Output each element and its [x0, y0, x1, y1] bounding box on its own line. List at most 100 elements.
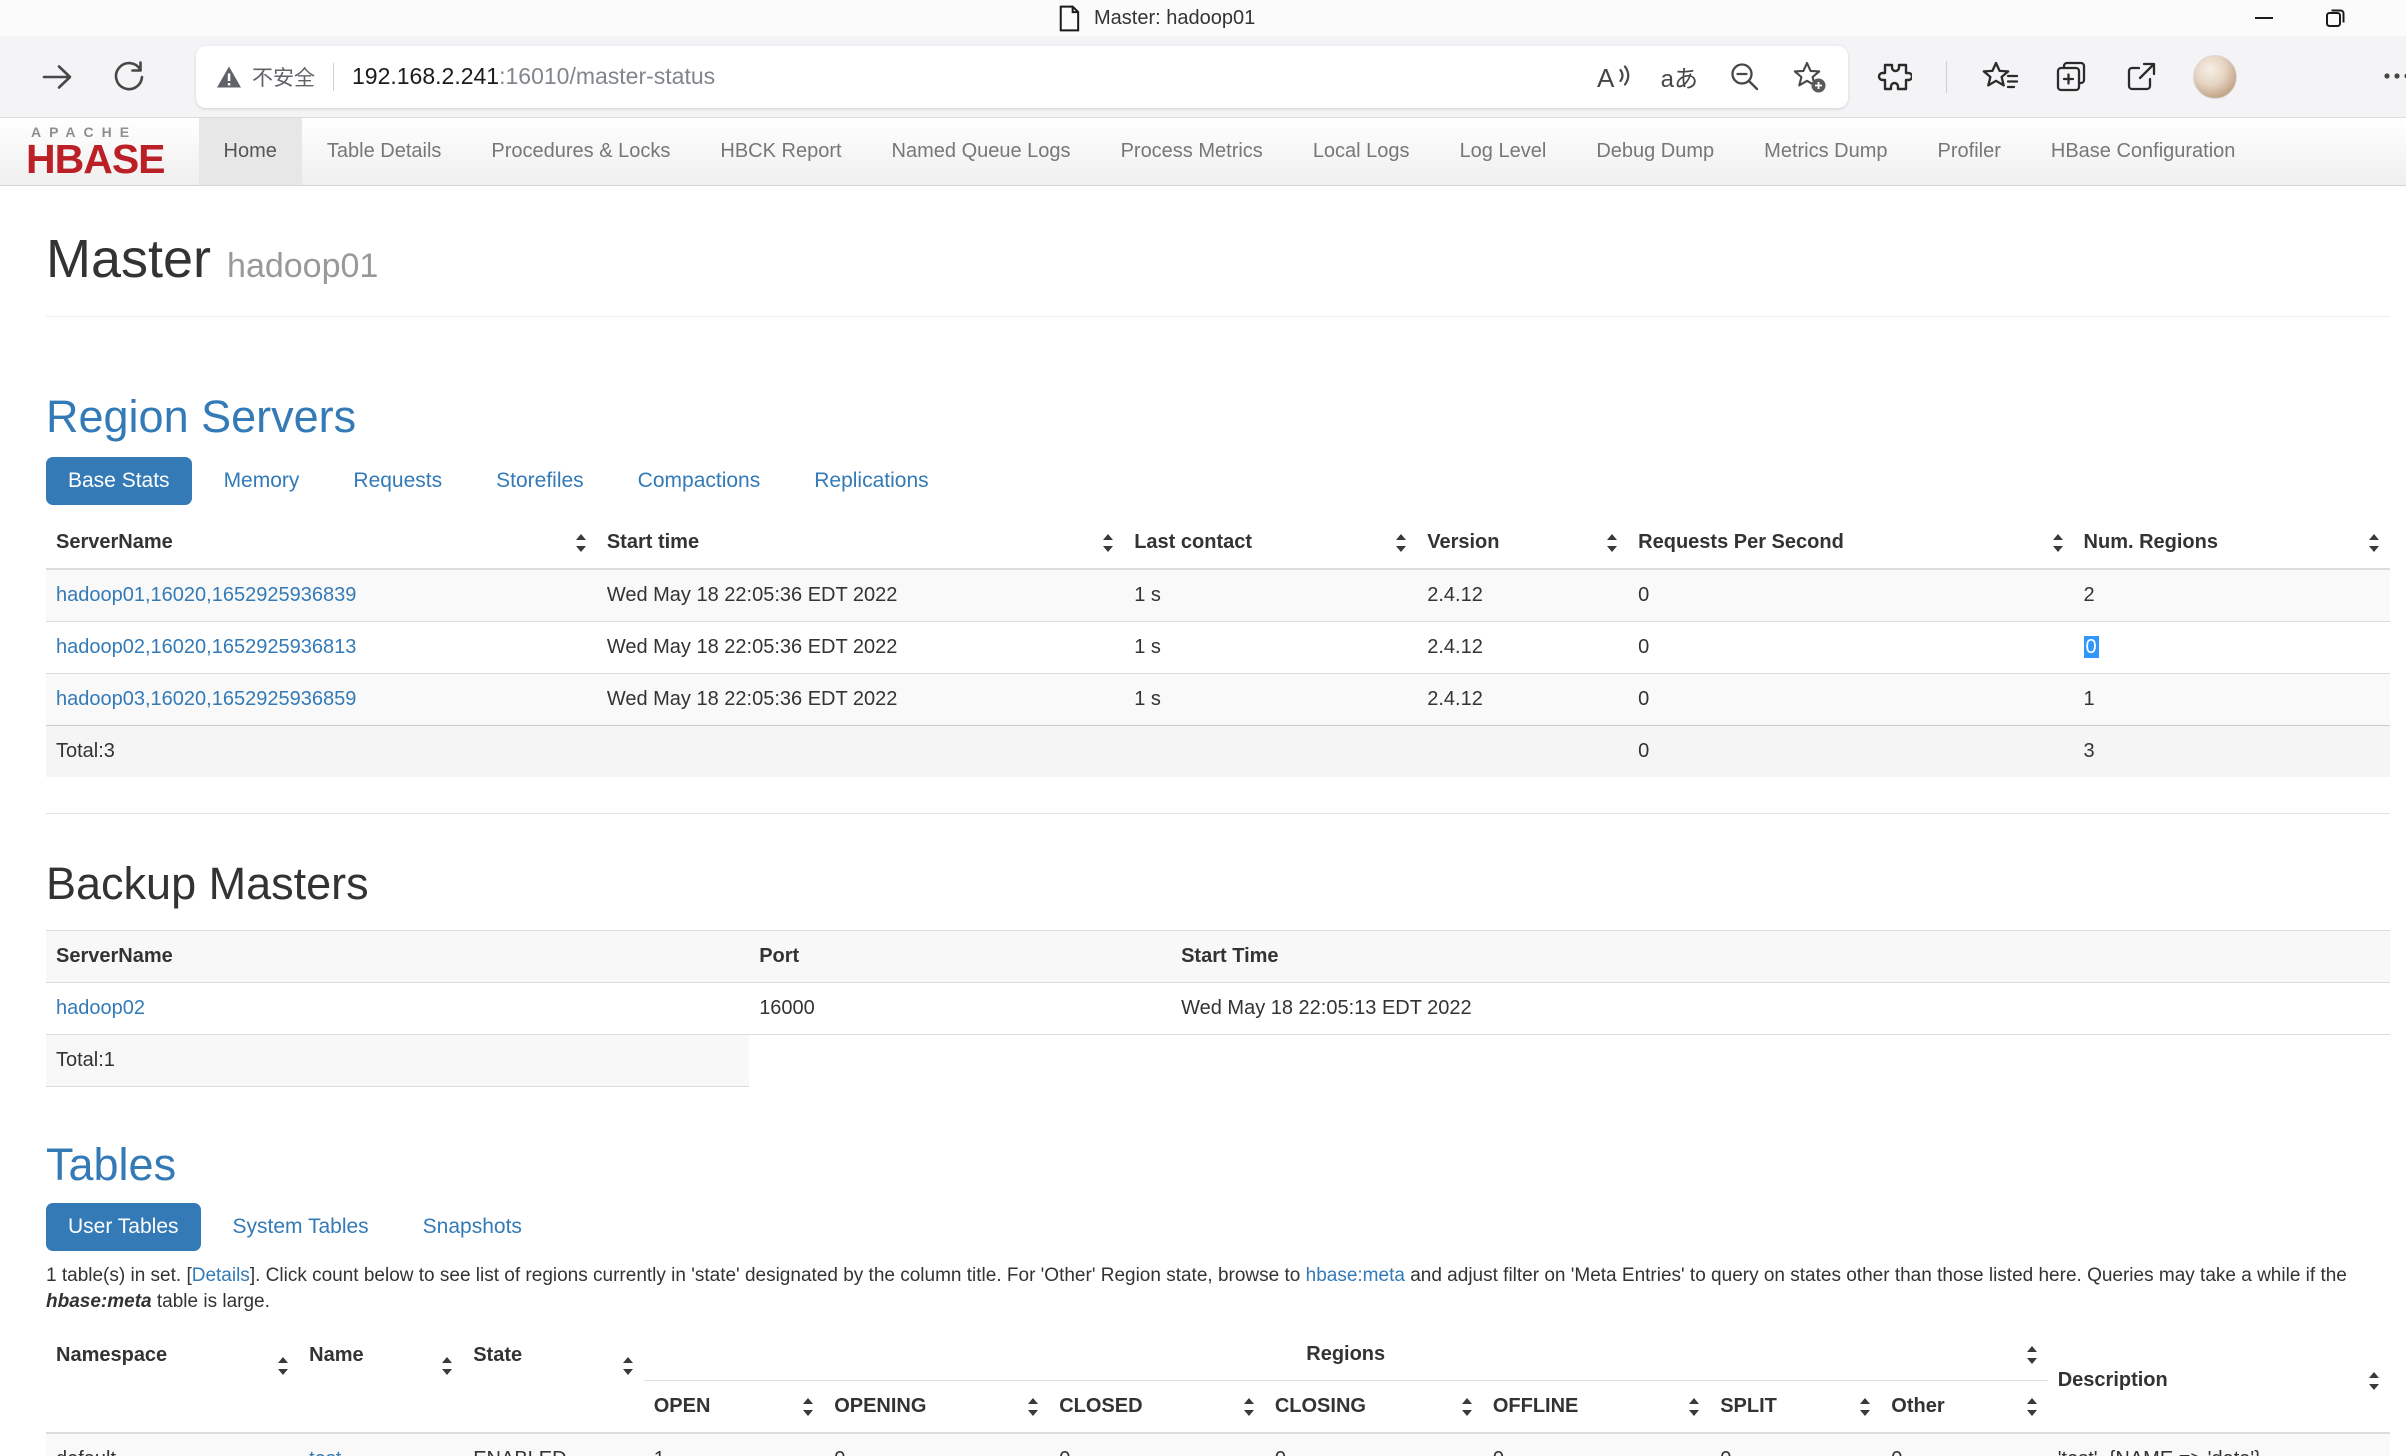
nav-item-named-queue-logs[interactable]: Named Queue Logs: [867, 118, 1096, 185]
tab-requests[interactable]: Requests: [331, 457, 464, 505]
sort-icon[interactable]: [622, 1355, 634, 1377]
url-text[interactable]: 192.168.2.241:16010/master-status: [352, 63, 1575, 90]
sort-icon[interactable]: [1461, 1396, 1473, 1418]
tab-compactions[interactable]: Compactions: [616, 457, 783, 505]
col-last-contact: Last contact: [1124, 517, 1417, 569]
sort-icon[interactable]: [1243, 1396, 1255, 1418]
backup-master-link[interactable]: hadoop02: [56, 997, 145, 1019]
table-row: hadoop02 16000 Wed May 18 22:05:13 EDT 2…: [46, 983, 2390, 1035]
minimize-button[interactable]: [2228, 0, 2300, 36]
tables-note: 1 table(s) in set. [Details]. Click coun…: [46, 1263, 2390, 1315]
col-closing: CLOSING: [1265, 1381, 1483, 1434]
section-divider: [46, 813, 2390, 814]
col-state: State: [463, 1329, 643, 1433]
collections-icon[interactable]: [2053, 59, 2089, 95]
hbase-meta-emphasis: hbase:meta: [46, 1291, 152, 1312]
page-content: Masterhadoop01 Region Servers Base Stats…: [0, 186, 2406, 1456]
hbase-meta-link[interactable]: hbase:meta: [1306, 1265, 1405, 1286]
address-divider: [333, 63, 334, 91]
share-icon[interactable]: [2123, 59, 2159, 95]
restore-button[interactable]: [2300, 0, 2372, 36]
restore-icon: [2324, 6, 2348, 30]
nav-item-profiler[interactable]: Profiler: [1913, 118, 2026, 185]
sort-icon[interactable]: [2052, 532, 2064, 554]
col-servername: ServerName: [46, 931, 749, 983]
sort-icon[interactable]: [441, 1355, 453, 1377]
nav-item-local-logs[interactable]: Local Logs: [1288, 118, 1435, 185]
sort-icon[interactable]: [2368, 1370, 2380, 1392]
address-bar[interactable]: 不安全 192.168.2.241:16010/master-status A …: [196, 46, 1848, 108]
tab-user-tables[interactable]: User Tables: [46, 1203, 201, 1251]
zoom-out-icon[interactable]: [1728, 60, 1762, 94]
col-description: Description: [2048, 1329, 2390, 1433]
nav-item-hbck-report[interactable]: HBCK Report: [695, 118, 866, 185]
reload-button[interactable]: [106, 54, 152, 100]
not-secure-label[interactable]: 不安全: [252, 62, 315, 92]
nav-item-log-level[interactable]: Log Level: [1435, 118, 1572, 185]
table-group-header-row: Namespace Name State Regions Description: [46, 1329, 2390, 1381]
sort-icon[interactable]: [1027, 1396, 1039, 1418]
url-host: 192.168.2.241: [352, 63, 499, 89]
col-offline: OFFLINE: [1483, 1381, 1710, 1434]
regionserver-link[interactable]: hadoop02,16020,1652925936813: [56, 636, 356, 658]
browser-tab[interactable]: Master: hadoop01: [1058, 2, 1255, 34]
col-namespace: Namespace: [46, 1329, 299, 1433]
sort-icon[interactable]: [2368, 532, 2380, 554]
sort-icon[interactable]: [1102, 532, 1114, 554]
sort-icon[interactable]: [2026, 1396, 2038, 1418]
nav-item-debug-dump[interactable]: Debug Dump: [1571, 118, 1739, 185]
region-servers-heading: Region Servers: [46, 391, 2390, 443]
extensions-icon[interactable]: [1876, 59, 1912, 95]
add-favorite-icon[interactable]: [1792, 60, 1828, 94]
minimize-icon: [2252, 6, 2276, 30]
page-subtitle: hadoop01: [227, 247, 378, 285]
sort-icon[interactable]: [277, 1355, 289, 1377]
tab-memory[interactable]: Memory: [202, 457, 322, 505]
total-label: Total:1: [46, 1035, 749, 1087]
nav-item-home[interactable]: Home: [199, 118, 302, 185]
tab-storefiles[interactable]: Storefiles: [474, 457, 606, 505]
total-label: Total:3: [46, 726, 597, 778]
table-name-link[interactable]: test: [309, 1448, 341, 1456]
forward-button[interactable]: [34, 54, 80, 100]
tab-snapshots[interactable]: Snapshots: [401, 1203, 544, 1251]
col-split: SPLIT: [1710, 1381, 1881, 1434]
tab-replications[interactable]: Replications: [792, 457, 950, 505]
col-port: Port: [749, 931, 1171, 983]
regionserver-link[interactable]: hadoop03,16020,1652925936859: [56, 688, 356, 710]
nav-item-table-details[interactable]: Table Details: [302, 118, 467, 185]
nav-item-process-metrics[interactable]: Process Metrics: [1096, 118, 1288, 185]
sort-icon[interactable]: [2026, 1344, 2038, 1366]
tab-system-tables[interactable]: System Tables: [211, 1203, 391, 1251]
regionserver-link[interactable]: hadoop01,16020,1652925936839: [56, 584, 356, 606]
details-link[interactable]: Details: [192, 1265, 250, 1286]
sort-icon[interactable]: [1606, 532, 1618, 554]
tab-base-stats[interactable]: Base Stats: [46, 457, 192, 505]
sort-icon[interactable]: [802, 1396, 814, 1418]
col-opening: OPENING: [824, 1381, 1049, 1434]
sort-icon[interactable]: [1688, 1396, 1700, 1418]
favorites-icon[interactable]: [1981, 60, 2019, 94]
hbase-logo[interactable]: APACHE HBASE: [14, 118, 199, 185]
translate-icon[interactable]: aあ: [1661, 59, 1698, 94]
page-header: Masterhadoop01: [46, 186, 2390, 317]
not-secure-warning-icon[interactable]: [216, 65, 242, 89]
svg-text:A: A: [1597, 63, 1615, 93]
url-path: :16010/master-status: [499, 63, 715, 89]
nav-item-procedures-locks[interactable]: Procedures & Locks: [466, 118, 695, 185]
col-servername: ServerName: [46, 517, 597, 569]
browser-titlebar: Master: hadoop01: [0, 0, 2406, 36]
logo-hbase-text: HBASE: [26, 141, 165, 179]
read-aloud-icon[interactable]: A: [1595, 61, 1631, 93]
table-row: hadoop01,16020,1652925936839 Wed May 18 …: [46, 569, 2390, 622]
col-num-regions: Num. Regions: [2074, 517, 2390, 569]
sort-icon[interactable]: [1859, 1396, 1871, 1418]
sort-icon[interactable]: [1395, 532, 1407, 554]
page-icon: [1058, 5, 1080, 32]
nav-item-metrics-dump[interactable]: Metrics Dump: [1739, 118, 1912, 185]
sort-icon[interactable]: [575, 532, 587, 554]
profile-avatar[interactable]: [2193, 55, 2237, 99]
nav-item-hbase-configuration[interactable]: HBase Configuration: [2026, 118, 2261, 185]
settings-menu-icon[interactable]: [2382, 68, 2406, 86]
total-row: Total:1: [46, 1035, 2390, 1087]
